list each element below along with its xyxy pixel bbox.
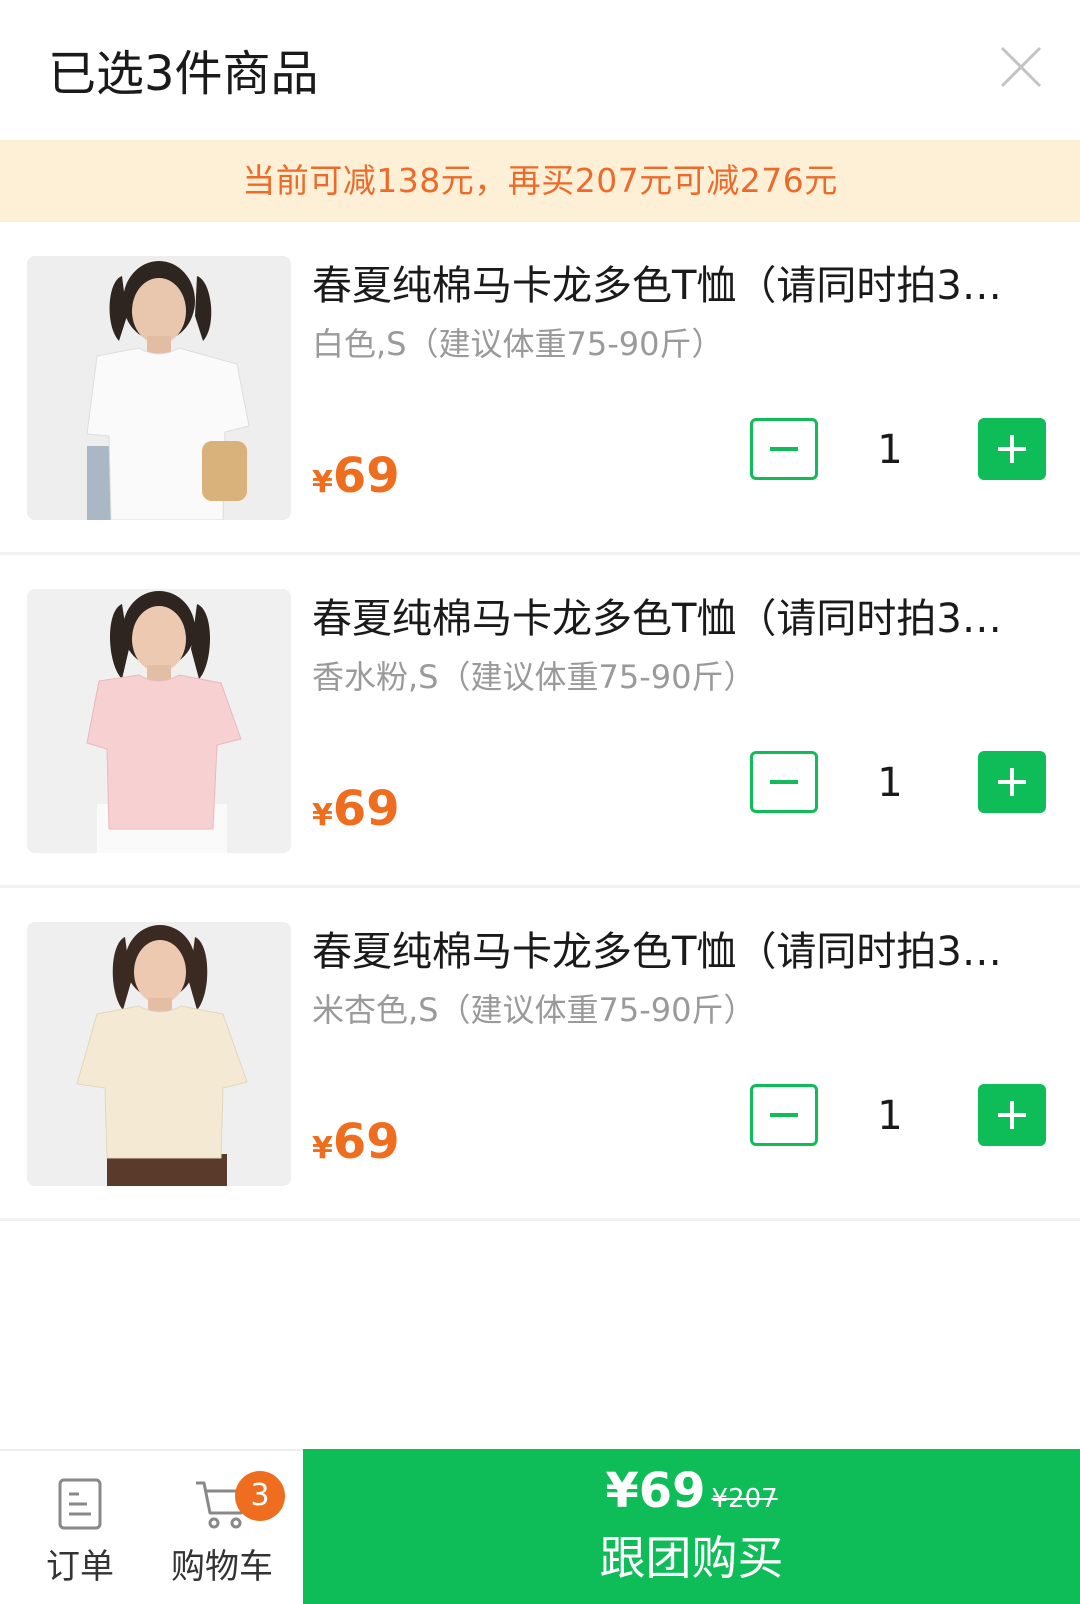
- decrease-quantity-button[interactable]: [750, 751, 818, 813]
- orders-tab[interactable]: 订单: [30, 1451, 130, 1604]
- product-spec: 米杏色,S（建议体重75-90斤）: [312, 991, 756, 1029]
- product-image[interactable]: [27, 589, 291, 853]
- price-value: 69: [332, 448, 400, 504]
- buy-label: 跟团购买: [599, 1531, 784, 1585]
- quantity-value: 1: [877, 760, 903, 806]
- increase-quantity-button[interactable]: [978, 751, 1046, 813]
- cart-label: 购物车: [171, 1547, 273, 1587]
- orders-label: 订单: [46, 1547, 114, 1587]
- buy-prices: ¥69 ¥207: [303, 1463, 1080, 1519]
- bottom-bar: 订单 购物车 3 ¥69 ¥207 跟团购买: [0, 1449, 1080, 1604]
- document-icon: [57, 1477, 103, 1535]
- close-icon[interactable]: [998, 44, 1044, 90]
- group-buy-button[interactable]: ¥69 ¥207 跟团购买: [303, 1449, 1080, 1604]
- product-name[interactable]: 春夏纯棉马卡龙多色T恤（请同时拍3…: [312, 591, 1048, 647]
- currency-symbol: ¥: [312, 465, 333, 500]
- discount-banner-text: 当前可减138元，再买207元可减276元: [242, 161, 838, 200]
- product-price: ¥69: [312, 1114, 400, 1170]
- product-price: ¥69: [312, 448, 400, 504]
- sheet-title: 已选3件商品: [48, 46, 319, 102]
- buy-price: ¥69: [605, 1463, 706, 1519]
- decrease-quantity-button[interactable]: [750, 418, 818, 480]
- quantity-value: 1: [877, 1093, 903, 1139]
- product-image[interactable]: [27, 256, 291, 520]
- price-value: 69: [332, 781, 400, 837]
- sheet-header: 已选3件商品: [0, 0, 1080, 140]
- increase-quantity-button[interactable]: [978, 1084, 1046, 1146]
- increase-quantity-button[interactable]: [978, 418, 1046, 480]
- product-name[interactable]: 春夏纯棉马卡龙多色T恤（请同时拍3…: [312, 924, 1048, 980]
- product-name[interactable]: 春夏纯棉马卡龙多色T恤（请同时拍3…: [312, 258, 1048, 314]
- discount-banner: 当前可减138元，再买207元可减276元: [0, 140, 1080, 222]
- product-image[interactable]: [27, 922, 291, 1186]
- buy-original-price: ¥207: [711, 1484, 778, 1514]
- cart-item: 春夏纯棉马卡龙多色T恤（请同时拍3… 香水粉,S（建议体重75-90斤） ¥69…: [0, 555, 1080, 888]
- cart-item: 春夏纯棉马卡龙多色T恤（请同时拍3… 米杏色,S（建议体重75-90斤） ¥69…: [0, 888, 1080, 1221]
- cart-item-list: 春夏纯棉马卡龙多色T恤（请同时拍3… 白色,S（建议体重75-90斤） ¥69 …: [0, 222, 1080, 1221]
- product-spec: 白色,S（建议体重75-90斤）: [312, 325, 724, 363]
- price-value: 69: [332, 1114, 400, 1170]
- product-price: ¥69: [312, 781, 400, 837]
- quantity-value: 1: [877, 427, 903, 473]
- cart-item: 春夏纯棉马卡龙多色T恤（请同时拍3… 白色,S（建议体重75-90斤） ¥69 …: [0, 222, 1080, 555]
- decrease-quantity-button[interactable]: [750, 1084, 818, 1146]
- cart-count-badge: 3: [235, 1471, 285, 1521]
- product-spec: 香水粉,S（建议体重75-90斤）: [312, 658, 756, 696]
- currency-symbol: ¥: [312, 1131, 333, 1166]
- currency-symbol: ¥: [312, 798, 333, 833]
